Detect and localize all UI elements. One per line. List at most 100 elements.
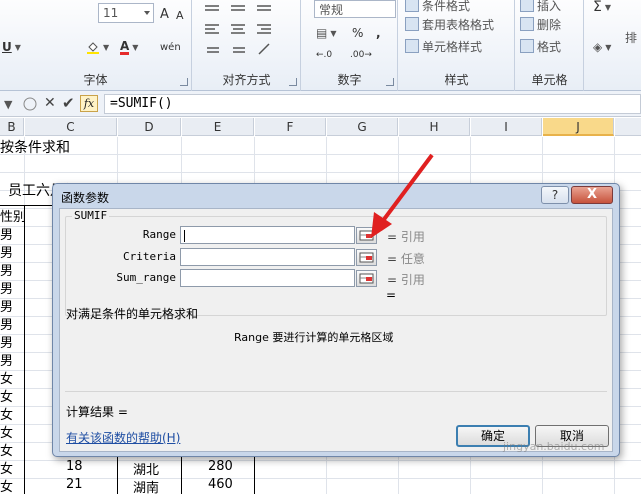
function-name: SUMIF xyxy=(72,209,110,222)
launcher-icon[interactable] xyxy=(289,78,297,86)
sum-icon: Σ xyxy=(593,0,602,15)
shrink-font-button[interactable]: A xyxy=(176,6,184,24)
column-header-c[interactable]: C xyxy=(25,118,117,136)
help-link[interactable]: 有关该函数的帮助(H) xyxy=(66,429,180,446)
column-header-j[interactable]: J xyxy=(543,118,614,136)
cell-style-button[interactable]: 单元格样式 xyxy=(405,37,482,55)
table-format-icon xyxy=(405,17,419,31)
launcher-icon[interactable] xyxy=(386,78,394,86)
fill-color-button[interactable]: ▼ xyxy=(86,38,109,56)
insert-button[interactable]: 插入 xyxy=(520,0,561,14)
ribbon: 11 A A U ▼ ▼ A ▼ wén 字体 对齐方式 常规 ▤ ▼ % , … xyxy=(0,0,641,91)
range-ref-icon xyxy=(359,273,374,284)
column-header-extra xyxy=(615,118,641,136)
region-cell: 湖北 xyxy=(133,463,160,478)
header-cell-gender: 性别 xyxy=(0,210,27,225)
sum-range-ref-button[interactable] xyxy=(356,270,377,287)
range-ref-icon xyxy=(359,252,374,263)
phonetic-button[interactable]: wén xyxy=(160,38,181,56)
fill-color-icon xyxy=(87,42,99,54)
formula-bar: ▼ ✕ ✔ fx =SUMIF() xyxy=(0,91,641,117)
column-header-e[interactable]: E xyxy=(182,118,254,136)
decimal-icon: .00→ xyxy=(350,50,372,60)
cell-style-label: 单元格样式 xyxy=(422,39,483,54)
function-arguments-dialog: 函数参数 ? X SUMIF Range = 引用 Criteria = 任意 … xyxy=(52,183,620,457)
delete-button[interactable]: 删除 xyxy=(520,15,561,33)
chevron-down-icon: ▼ xyxy=(103,42,110,52)
format-button[interactable]: 格式 xyxy=(520,37,561,55)
criteria-ref-button[interactable] xyxy=(356,249,377,266)
sum-range-hint: = 引用 xyxy=(387,273,425,287)
conditional-format-button[interactable]: 条件格式 xyxy=(405,0,470,14)
criteria-input[interactable] xyxy=(180,248,355,266)
grow-font-icon: A xyxy=(160,6,169,22)
eraser-icon: ◈ xyxy=(593,40,603,54)
text-caret xyxy=(184,229,185,242)
gender-cell: 女 xyxy=(0,390,14,405)
gender-cell: 男 xyxy=(0,264,14,279)
watermark: jingyan.baidu.com xyxy=(503,440,605,453)
divider xyxy=(65,391,607,392)
gender-cell: 女 xyxy=(0,462,14,477)
number-format-select[interactable]: 常规 xyxy=(314,0,396,18)
alignment-group: 对齐方式 xyxy=(193,0,301,91)
column-header-h[interactable]: H xyxy=(399,118,470,136)
styles-group-label: 样式 xyxy=(444,73,469,87)
styles-group: 条件格式 套用表格格式 单元格样式 样式 xyxy=(399,0,515,91)
increase-decimal-button[interactable]: ←.0 xyxy=(316,46,332,64)
launcher-icon[interactable] xyxy=(180,78,188,86)
editing-group: Σ ▼ ◈ ▼ 排 xyxy=(585,0,641,91)
help-button[interactable]: ? xyxy=(541,186,569,204)
autosum-button[interactable]: Σ ▼ xyxy=(593,0,611,16)
criteria-label: Criteria xyxy=(123,250,176,263)
decimal-icon: ←.0 xyxy=(316,50,333,60)
grow-font-button[interactable]: A xyxy=(160,5,169,23)
range-ref-button[interactable] xyxy=(356,227,377,244)
gender-cell: 男 xyxy=(0,282,14,297)
column-header-g[interactable]: G xyxy=(327,118,398,136)
column-header-f[interactable]: F xyxy=(255,118,326,136)
decrease-decimal-button[interactable]: .00→ xyxy=(350,46,372,64)
clear-button[interactable]: ◈ ▼ xyxy=(593,38,611,56)
font-size-value: 11 xyxy=(103,6,119,20)
chevron-down-icon: ▼ xyxy=(330,28,337,38)
table-format-button[interactable]: 套用表格格式 xyxy=(405,15,494,33)
sum-range-input[interactable] xyxy=(180,269,355,287)
argument-description: Range 要进行计算的单元格区域 xyxy=(234,331,394,344)
range-input[interactable] xyxy=(180,226,355,244)
font-size-select[interactable]: 11 xyxy=(98,3,154,23)
close-button[interactable]: X xyxy=(571,186,613,204)
font-group: 11 A A U ▼ ▼ A ▼ wén 字体 xyxy=(0,0,192,91)
cell-style-icon xyxy=(405,39,419,53)
gender-cell: 男 xyxy=(0,300,14,315)
sort-button[interactable]: 排 xyxy=(625,28,637,46)
gender-cell: 男 xyxy=(0,228,14,243)
range-ref-icon xyxy=(359,230,374,241)
gender-cell: 女 xyxy=(0,480,14,495)
cancel-icon[interactable]: ✕ xyxy=(44,95,56,111)
gender-cell: 女 xyxy=(0,426,14,441)
enter-icon[interactable]: ✔ xyxy=(62,94,75,112)
fx-icon[interactable]: fx xyxy=(80,95,98,112)
currency-button[interactable]: ▤ ▼ xyxy=(316,24,337,42)
result-label: 计算结果 = xyxy=(66,405,128,419)
dialog-title: 函数参数 xyxy=(61,191,110,205)
column-header-b[interactable]: B xyxy=(0,118,24,136)
arguments-fieldset: SUMIF Range = 引用 Criteria = 任意 Sum_range… xyxy=(65,209,607,316)
chevron-down-icon xyxy=(144,11,150,15)
range-hint-text: 引用 xyxy=(400,230,425,244)
chevron-down-icon: ▼ xyxy=(605,42,612,52)
amount-cell: 460 xyxy=(208,477,233,492)
formula-controls: ▼ ✕ ✔ fx xyxy=(0,94,103,114)
underline-button[interactable]: U ▼ xyxy=(2,38,21,56)
table-format-label: 套用表格格式 xyxy=(422,17,495,32)
comma-button[interactable]: , xyxy=(376,24,381,42)
font-color-button[interactable]: A ▼ xyxy=(120,38,138,56)
column-header-d[interactable]: D xyxy=(118,118,181,136)
sum-range-label: Sum_range xyxy=(116,271,176,284)
cells-group: 插入 删除 格式 单元格 xyxy=(516,0,584,91)
conditional-format-label: 条件格式 xyxy=(422,0,471,13)
formula-input[interactable]: =SUMIF() xyxy=(104,94,641,114)
column-header-i[interactable]: I xyxy=(471,118,542,136)
percent-button[interactable]: % xyxy=(352,24,363,42)
